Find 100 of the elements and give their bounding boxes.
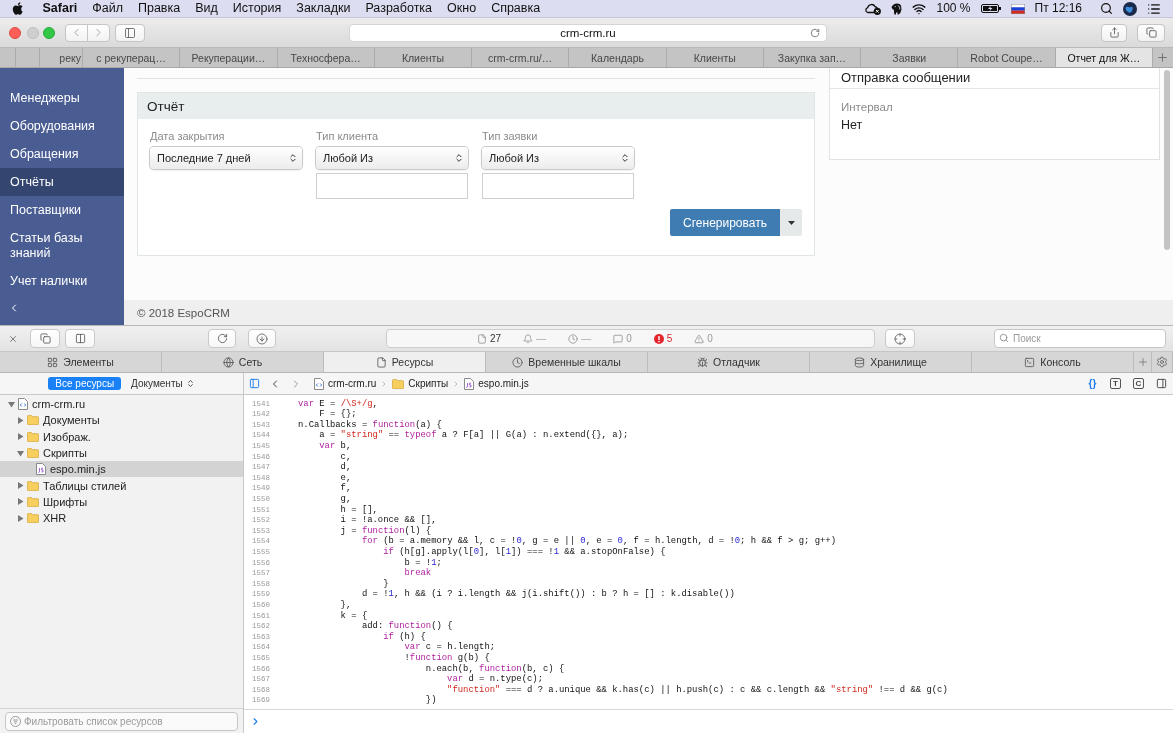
menu-item[interactable]: История: [225, 0, 289, 17]
tree-item[interactable]: Изображ.: [0, 428, 243, 445]
undock-button[interactable]: [30, 329, 60, 348]
cloud-icon[interactable]: [864, 2, 882, 15]
scope-button[interactable]: Все ресурсы: [48, 377, 122, 390]
globe-icon[interactable]: [1123, 1, 1137, 16]
clock-text[interactable]: Пт 12:16: [1034, 0, 1082, 17]
settings-icon[interactable]: [1156, 356, 1168, 368]
select-field[interactable]: Любой Из: [482, 147, 634, 169]
input-field[interactable]: [482, 173, 634, 199]
filter-field[interactable]: Фильтровать список ресурсов: [5, 712, 238, 731]
browser-tab[interactable]: Календарь: [569, 48, 667, 67]
select-field[interactable]: Последние 7 дней: [150, 147, 302, 169]
disclosure-triangle-icon[interactable]: [16, 514, 24, 522]
document-icon[interactable]: [477, 333, 487, 344]
scrollbar-thumb[interactable]: [1164, 70, 1170, 250]
elephant-icon[interactable]: [891, 2, 903, 15]
menu-item[interactable]: Разработка: [357, 0, 440, 17]
browser-tab[interactable]: Заявки: [861, 48, 959, 67]
error-icon[interactable]: [653, 333, 664, 344]
browser-tab[interactable]: Клиенты: [374, 48, 473, 67]
tree-item[interactable]: Документы: [0, 412, 243, 429]
tree-item[interactable]: Шрифты: [0, 493, 243, 511]
breadcrumb-item[interactable]: Скрипты: [392, 378, 449, 389]
dropdown-button[interactable]: [780, 209, 802, 236]
sidebar-icon[interactable]: [249, 378, 260, 389]
browser-tab[interactable]: с рекуперац…: [83, 48, 181, 67]
inspect-button[interactable]: [885, 329, 915, 348]
breadcrumb-item[interactable]: espo.min.js: [464, 377, 529, 390]
nav-item[interactable]: Обращения: [0, 140, 124, 168]
nav-item[interactable]: Отчёты: [0, 168, 124, 196]
tool-tab[interactable]: Отладчик: [648, 352, 810, 372]
menu-item[interactable]: Закладки: [288, 0, 358, 17]
select-field[interactable]: Любой Из: [316, 147, 468, 169]
plus-icon[interactable]: [1136, 356, 1149, 368]
editor-button[interactable]: {}: [1087, 378, 1098, 389]
search-field[interactable]: Поиск: [994, 329, 1166, 348]
nav-item[interactable]: Учет налички: [0, 267, 124, 295]
tool-tab[interactable]: Хранилище: [810, 352, 972, 372]
nav-item[interactable]: Менеджеры: [0, 84, 124, 112]
grouping-select[interactable]: Документы: [131, 378, 195, 389]
count-text[interactable]: 27: [490, 333, 502, 344]
tool-tab[interactable]: Временные шкалы: [486, 352, 648, 372]
disclosure-triangle-icon[interactable]: [7, 400, 15, 408]
disclosure-triangle-icon[interactable]: [16, 416, 24, 424]
plus-icon[interactable]: [1156, 51, 1170, 64]
warning-icon[interactable]: [694, 333, 705, 344]
apple-icon[interactable]: [12, 2, 23, 15]
menu-item[interactable]: Файл: [84, 0, 131, 17]
tool-tab[interactable]: Элементы: [0, 352, 162, 372]
browser-tab[interactable]: Robot Coupe…: [958, 48, 1056, 67]
sidebar-button[interactable]: [114, 23, 145, 42]
nav-item[interactable]: Оборудования: [0, 112, 124, 140]
browser-tab[interactable]: реку: [40, 48, 83, 67]
message-icon[interactable]: [613, 333, 624, 344]
tree-item[interactable]: XHR: [0, 510, 243, 527]
wifi-icon[interactable]: [912, 1, 927, 16]
nav-item[interactable]: Поставщики: [0, 196, 124, 224]
clock-icon[interactable]: [568, 333, 579, 344]
count-text[interactable]: 5: [666, 333, 673, 344]
close-icon[interactable]: [8, 333, 18, 344]
nav-item[interactable]: Статьи базы знаний: [0, 224, 124, 267]
reload-icon[interactable]: [810, 27, 821, 38]
panel-right-icon[interactable]: [1156, 378, 1167, 389]
zoom-button[interactable]: [43, 26, 55, 39]
browser-tab[interactable]: Закупка зап…: [763, 48, 862, 67]
menu-item[interactable]: Окно: [439, 0, 484, 17]
browser-tab[interactable]: crm-crm.ru/…: [472, 48, 570, 67]
browser-tab[interactable]: Отчет для Ж…: [1055, 48, 1153, 67]
list-icon[interactable]: [1147, 1, 1161, 16]
reload-button[interactable]: [208, 329, 236, 348]
disclosure-triangle-icon[interactable]: [16, 498, 24, 506]
tree-item[interactable]: espo.min.js: [0, 461, 243, 478]
forward-button[interactable]: [86, 23, 110, 42]
tree-item[interactable]: Таблицы стилей: [0, 477, 243, 494]
bell-icon[interactable]: [523, 333, 534, 344]
search-icon[interactable]: [1100, 2, 1113, 15]
menu-item[interactable]: Справка: [483, 0, 548, 17]
menu-item[interactable]: Вид: [187, 0, 226, 17]
close-button[interactable]: [9, 26, 21, 39]
menu-item[interactable]: Правка: [130, 0, 188, 17]
browser-tab[interactable]: Техносфера…: [277, 48, 375, 67]
generate-button[interactable]: Сгенерировать: [670, 209, 780, 236]
battery-icon[interactable]: [980, 4, 1001, 13]
address-field[interactable]: crm-crm.ru: [348, 23, 828, 42]
share-button[interactable]: [1101, 23, 1128, 42]
editor-button[interactable]: T: [1110, 378, 1121, 389]
disclosure-triangle-icon[interactable]: [16, 449, 24, 457]
back-button[interactable]: [65, 23, 88, 42]
tree-item[interactable]: crm-crm.ru: [0, 396, 243, 413]
disclosure-triangle-icon[interactable]: [16, 482, 24, 490]
tool-tab[interactable]: Консоль: [972, 352, 1134, 372]
browser-tab[interactable]: Клиенты: [666, 48, 764, 67]
tabs-button[interactable]: [1137, 23, 1165, 42]
app-menu[interactable]: Safari: [35, 0, 85, 17]
breadcrumb-item[interactable]: crm-crm.ru: [314, 377, 377, 390]
input-field[interactable]: [316, 173, 468, 199]
editor-button[interactable]: C: [1133, 378, 1144, 389]
disclosure-triangle-icon[interactable]: [16, 433, 24, 441]
browser-tab[interactable]: Рекуперации…: [180, 48, 278, 67]
